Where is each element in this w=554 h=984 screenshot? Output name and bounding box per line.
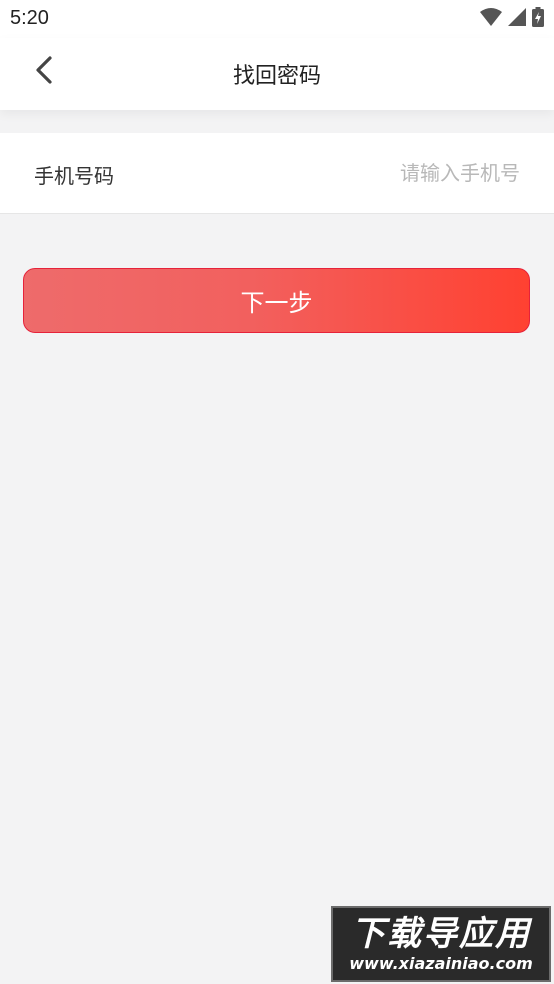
- signal-icon: [508, 8, 526, 30]
- battery-charging-icon: [532, 7, 544, 31]
- watermark-sub-text: www.xiazainiao.com: [349, 954, 533, 973]
- page-title: 找回密码: [232, 64, 321, 89]
- status-bar: 5:20: [0, 0, 554, 38]
- watermark-logo: 下载导应用 www.xiazainiao.com: [331, 906, 551, 982]
- next-step-button[interactable]: 下一步: [23, 268, 530, 333]
- phone-input[interactable]: [220, 151, 520, 195]
- wifi-icon: [480, 8, 502, 30]
- status-time: 5:20: [10, 7, 49, 29]
- watermark-main-text: 下载导应用: [351, 914, 531, 954]
- phone-label: 手机号码: [34, 164, 114, 188]
- app-header: 找回密码: [0, 38, 554, 110]
- status-icons: [480, 7, 544, 31]
- phone-form-row: 手机号码: [0, 133, 554, 214]
